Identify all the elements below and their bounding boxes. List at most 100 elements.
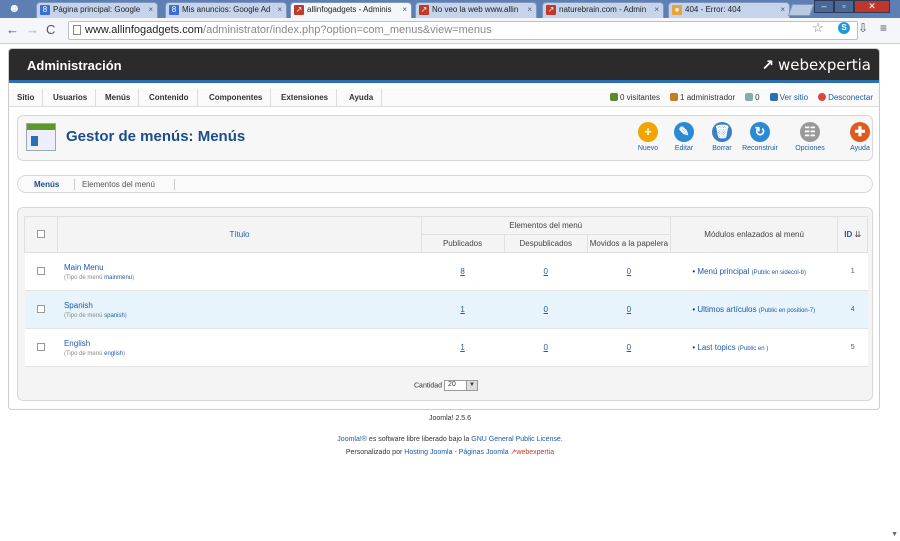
tab-close-icon[interactable]: × xyxy=(148,3,153,17)
skype-extension-icon[interactable]: S xyxy=(838,22,850,34)
visitors-icon xyxy=(609,93,618,101)
menus-grid: Título Elementos del menú Módulos enlaza… xyxy=(17,207,873,401)
menu-item-ayuda[interactable]: Ayuda xyxy=(341,89,383,107)
tab-close-icon[interactable]: × xyxy=(402,3,407,17)
browser-tab[interactable]: 8 Mis anuncios: Google Ad × xyxy=(165,2,287,18)
url-host: www.allinfogadgets.com xyxy=(85,24,204,36)
menu-item-sitio[interactable]: Sitio xyxy=(9,89,44,107)
menu-items-group-header: Elementos del menú xyxy=(420,216,671,235)
download-icon[interactable]: ⇩ xyxy=(858,21,868,35)
tab-favicon-icon: ● xyxy=(672,5,682,15)
menu-item-componentes[interactable]: Componentes xyxy=(201,89,272,107)
opciones-button[interactable]: ☷ Opciones xyxy=(790,122,830,152)
tab-title: No veo la web www.allin xyxy=(432,5,519,14)
module-position: (Public en ) xyxy=(737,346,769,352)
url-path: /administrator/index.php?option=com_menu… xyxy=(203,24,492,36)
gpl-link[interactable]: GNU General Public License. xyxy=(471,436,562,443)
minimize-button[interactable]: – xyxy=(814,0,834,13)
select-all-checkbox[interactable] xyxy=(37,229,46,238)
row-checkbox[interactable] xyxy=(37,266,46,275)
license-text: es software libre liberado bajo la xyxy=(368,436,470,443)
menu-item-extensiones[interactable]: Extensiones xyxy=(273,89,338,107)
logout-link[interactable]: Desconectar xyxy=(818,93,873,102)
row-checkbox[interactable] xyxy=(37,304,46,313)
options-icon: ☷ xyxy=(800,122,820,142)
browser-toolbar: ← → C www.allinfogadgets.com/administrat… xyxy=(0,18,900,44)
toolbar-button-label: Nuevo xyxy=(637,145,659,152)
unpublished-count-link[interactable]: 0 xyxy=(504,328,588,367)
footer-brand: webexpertia xyxy=(516,449,555,456)
table-row: Spanish (Tipo de menú spanish) 1 0 0 • Ultimo… xyxy=(24,290,868,329)
module-link[interactable]: Menú principal xyxy=(697,267,749,276)
subnav-menu-items[interactable]: Elementos del menú xyxy=(82,180,155,189)
menu-id: 1 xyxy=(837,252,868,291)
borrar-button[interactable]: 🗑 Borrar xyxy=(702,122,742,152)
published-count-link[interactable]: 1 xyxy=(421,290,505,329)
browser-tab[interactable]: 8 Página principal: Google × xyxy=(36,2,158,18)
tab-favicon-icon: ↗ xyxy=(419,5,429,15)
unpublished-count-link[interactable]: 0 xyxy=(504,290,588,329)
tab-close-icon[interactable]: × xyxy=(654,3,659,17)
menu-item-menus[interactable]: Menús xyxy=(97,89,140,107)
menu-title-link[interactable]: Spanish xyxy=(64,301,421,310)
published-count-link[interactable]: 8 xyxy=(421,252,505,291)
menu-type: (Tipo de menú english) xyxy=(63,350,126,357)
nuevo-button[interactable]: + Nuevo xyxy=(628,122,668,152)
tab-close-icon[interactable]: × xyxy=(277,3,282,17)
forward-icon[interactable]: → xyxy=(26,22,39,37)
bookmark-star-icon[interactable]: ☆ xyxy=(812,20,824,36)
reload-icon[interactable]: C xyxy=(46,22,55,37)
menu-item-contenido[interactable]: Contenido xyxy=(141,89,198,107)
view-site-link[interactable]: Ver sitio xyxy=(769,93,808,102)
module-link[interactable]: Ultimos artículos xyxy=(697,305,756,314)
trashed-count-link[interactable]: 0 xyxy=(587,290,671,329)
id-header[interactable]: ID ⇊ xyxy=(837,216,868,253)
tab-close-icon[interactable]: × xyxy=(780,3,785,17)
row-checkbox-cell xyxy=(24,328,58,367)
limit-select[interactable]: 20 ▼ xyxy=(443,380,478,391)
browser-tab[interactable]: ↗ allinfogadgets - Adminis × xyxy=(290,2,412,18)
user-avatar-icon[interactable]: ☻ xyxy=(8,0,22,16)
title-header[interactable]: Título xyxy=(57,216,422,253)
toolbar-button-label: Borrar xyxy=(712,145,732,152)
footer-version: Joomla! 2.5.6 xyxy=(428,415,472,422)
admins-icon xyxy=(670,93,679,101)
browser-tab[interactable]: ↗ No veo la web www.allin × xyxy=(415,2,537,18)
published-count-link[interactable]: 1 xyxy=(421,328,505,367)
scroll-down-arrow[interactable]: ▼ xyxy=(891,531,898,538)
hosting-link[interactable]: Hosting Joomla - Páginas Joomla xyxy=(404,449,508,456)
subnav-separator xyxy=(74,179,75,190)
tab-favicon-icon: 8 xyxy=(169,5,179,15)
tab-close-icon[interactable]: × xyxy=(527,3,532,17)
trashed-count-link[interactable]: 0 xyxy=(587,328,671,367)
chrome-menu-icon[interactable]: ≡ xyxy=(880,21,887,35)
brand-logo: ↗ webexpertia xyxy=(761,56,871,74)
help-icon: ✚ xyxy=(850,122,870,142)
close-window-button[interactable]: ✕ xyxy=(854,0,890,13)
menu-title-link[interactable]: Main Menu xyxy=(64,263,421,272)
page-icon xyxy=(73,25,81,35)
row-checkbox[interactable] xyxy=(37,342,46,351)
toolbar-button-label: Editar xyxy=(674,145,694,152)
toolbar-button-label: Ayuda xyxy=(850,145,870,152)
admin-header: Administración ↗ webexpertia xyxy=(9,49,879,83)
menu-item-usuarios[interactable]: Usuarios xyxy=(45,89,97,107)
reconstruir-button[interactable]: ↻ Reconstruir xyxy=(740,122,780,152)
address-bar[interactable]: www.allinfogadgets.com/administrator/ind… xyxy=(68,21,858,40)
menu-title-link[interactable]: English xyxy=(64,339,421,348)
row-checkbox-cell xyxy=(24,290,58,329)
maximize-button[interactable]: ▫ xyxy=(834,0,854,13)
editar-button[interactable]: ✎ Editar xyxy=(664,122,704,152)
select-all-header xyxy=(23,216,59,253)
unpublished-count-link[interactable]: 0 xyxy=(504,252,588,291)
new-tab-button[interactable] xyxy=(787,4,815,16)
back-icon[interactable]: ← xyxy=(6,22,19,37)
module-link[interactable]: Last topics xyxy=(697,343,735,352)
joomla-link[interactable]: Joomla!® xyxy=(337,436,367,443)
subnav-menus[interactable]: Menús xyxy=(34,180,59,189)
messages-status[interactable]: 0 xyxy=(745,93,760,102)
trashed-count-link[interactable]: 0 xyxy=(587,252,671,291)
ayuda-button[interactable]: ✚ Ayuda xyxy=(840,122,880,152)
browser-tab[interactable]: ● 404 - Error: 404 × xyxy=(668,2,790,18)
browser-tab[interactable]: ↗ naturebrain.com - Admin × xyxy=(542,2,664,18)
